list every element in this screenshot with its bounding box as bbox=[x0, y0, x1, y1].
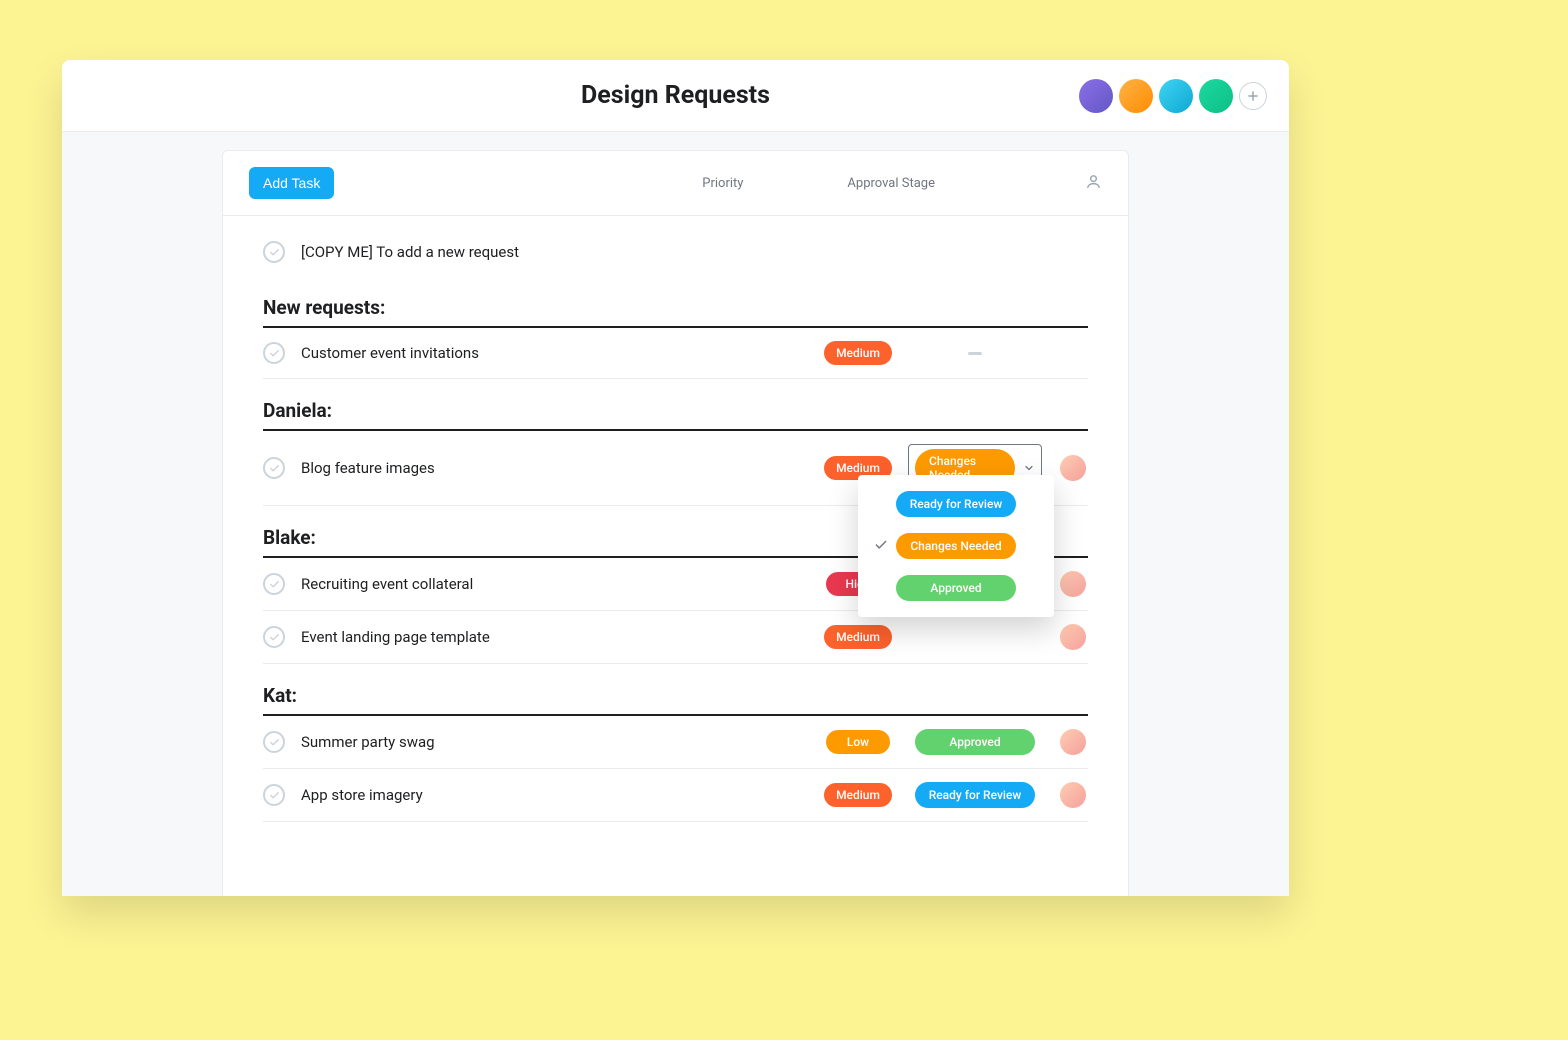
complete-check-icon[interactable] bbox=[263, 457, 285, 479]
assignee-avatar[interactable] bbox=[1060, 571, 1086, 597]
section-heading: New requests: bbox=[263, 296, 1088, 328]
priority-badge[interactable]: Medium bbox=[824, 625, 892, 649]
section-heading: Daniela: bbox=[263, 399, 1088, 431]
approval-empty-icon[interactable] bbox=[968, 352, 982, 355]
task-row[interactable]: Customer event invitations Medium bbox=[263, 328, 1088, 379]
member-avatar-3[interactable] bbox=[1159, 79, 1193, 113]
dropdown-option[interactable]: Ready for Review bbox=[872, 491, 1040, 517]
assignee-icon bbox=[1085, 173, 1102, 194]
approval-dropdown-menu: Ready for Review Changes Needed Approved bbox=[858, 475, 1054, 617]
dropdown-option[interactable]: Changes Needed bbox=[872, 533, 1040, 559]
check-icon bbox=[874, 537, 888, 556]
add-task-button[interactable]: Add Task bbox=[249, 167, 334, 199]
member-avatar-4[interactable] bbox=[1199, 79, 1233, 113]
approval-column-header: Approval Stage bbox=[847, 176, 935, 191]
complete-check-icon[interactable] bbox=[263, 626, 285, 648]
assignee-avatar[interactable] bbox=[1060, 729, 1086, 755]
complete-check-icon[interactable] bbox=[263, 784, 285, 806]
task-name: Event landing page template bbox=[301, 628, 808, 646]
app-body: Add Task Priority Approval Stage [COPY M… bbox=[62, 132, 1289, 896]
section-heading: Kat: bbox=[263, 684, 1088, 716]
task-name: Blog feature images bbox=[301, 459, 808, 477]
task-row[interactable]: Event landing page template Medium bbox=[263, 611, 1088, 664]
assignee-avatar[interactable] bbox=[1060, 455, 1086, 481]
task-panel: Add Task Priority Approval Stage [COPY M… bbox=[222, 150, 1129, 896]
add-member-button[interactable] bbox=[1239, 82, 1267, 110]
member-avatar-1[interactable] bbox=[1079, 79, 1113, 113]
assignee-avatar[interactable] bbox=[1060, 782, 1086, 808]
project-members bbox=[1079, 79, 1267, 113]
approval-option-badge: Changes Needed bbox=[896, 533, 1016, 559]
page-title: Design Requests bbox=[581, 81, 770, 110]
complete-check-icon[interactable] bbox=[263, 573, 285, 595]
toolbar: Add Task Priority Approval Stage bbox=[223, 151, 1128, 216]
dropdown-option[interactable]: Approved bbox=[872, 575, 1040, 601]
task-name: Summer party swag bbox=[301, 733, 808, 751]
task-name: App store imagery bbox=[301, 786, 808, 804]
column-headers: Priority Approval Stage bbox=[702, 173, 1102, 194]
task-row[interactable]: App store imagery Medium Ready for Revie… bbox=[263, 769, 1088, 822]
task-name: [COPY ME] To add a new request bbox=[301, 243, 1088, 261]
approval-badge[interactable]: Ready for Review bbox=[915, 782, 1036, 808]
approval-badge[interactable]: Approved bbox=[915, 729, 1035, 755]
app-window: Design Requests Add Task Priority Approv… bbox=[62, 60, 1289, 896]
complete-check-icon[interactable] bbox=[263, 731, 285, 753]
task-name: Recruiting event collateral bbox=[301, 575, 808, 593]
approval-option-badge: Approved bbox=[896, 575, 1016, 601]
priority-badge[interactable]: Medium bbox=[824, 783, 892, 807]
task-row[interactable]: Summer party swag Low Approved bbox=[263, 716, 1088, 769]
priority-column-header: Priority bbox=[702, 176, 743, 191]
priority-badge[interactable]: Medium bbox=[824, 341, 892, 365]
task-row[interactable]: [COPY ME] To add a new request bbox=[263, 228, 1088, 276]
complete-check-icon[interactable] bbox=[263, 342, 285, 364]
task-row[interactable]: Blog feature images Medium Changes Neede… bbox=[263, 431, 1088, 506]
approval-option-badge: Ready for Review bbox=[896, 491, 1017, 517]
task-name: Customer event invitations bbox=[301, 344, 808, 362]
assignee-avatar[interactable] bbox=[1060, 624, 1086, 650]
app-header: Design Requests bbox=[62, 60, 1289, 132]
complete-check-icon[interactable] bbox=[263, 241, 285, 263]
member-avatar-2[interactable] bbox=[1119, 79, 1153, 113]
task-list: [COPY ME] To add a new request New reque… bbox=[223, 216, 1128, 862]
priority-badge[interactable]: Low bbox=[826, 730, 890, 754]
